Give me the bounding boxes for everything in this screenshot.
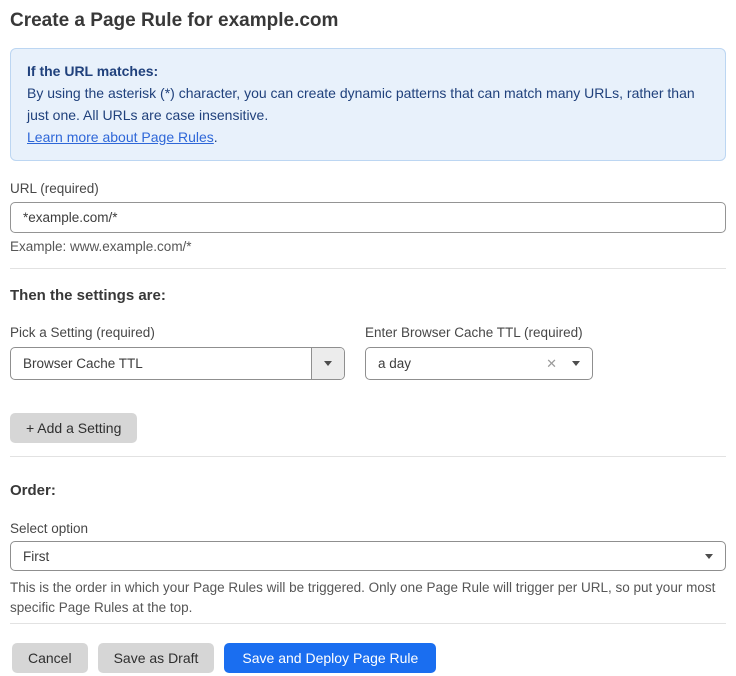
info-box-link-line: Learn more about Page Rules. — [27, 126, 709, 148]
info-box-heading: If the URL matches: — [27, 60, 709, 82]
info-box-body: By using the asterisk (*) character, you… — [27, 82, 709, 126]
setting-picker-select[interactable]: Browser Cache TTL — [10, 347, 345, 380]
ttl-picker-column: Enter Browser Cache TTL (required) a day… — [365, 324, 593, 380]
caret-down-icon[interactable] — [705, 554, 713, 559]
ttl-picker-value: a day — [366, 356, 546, 371]
settings-pickers-row: Pick a Setting (required) Browser Cache … — [10, 324, 726, 380]
setting-picker-value: Browser Cache TTL — [11, 356, 311, 371]
url-input[interactable] — [10, 202, 726, 233]
divider — [10, 456, 726, 457]
order-help-text: This is the order in which your Page Rul… — [10, 578, 726, 618]
order-select[interactable]: First — [10, 541, 726, 571]
divider — [10, 268, 726, 269]
caret-down-icon — [324, 361, 332, 366]
actions-row: Cancel Save as Draft Save and Deploy Pag… — [10, 643, 726, 673]
setting-picker-label: Pick a Setting (required) — [10, 324, 345, 341]
learn-more-link[interactable]: Learn more about Page Rules — [27, 129, 214, 145]
ttl-picker-label: Enter Browser Cache TTL (required) — [365, 324, 593, 341]
caret-down-icon[interactable] — [572, 361, 580, 366]
cancel-button[interactable]: Cancel — [12, 643, 88, 673]
order-select-value: First — [11, 549, 705, 564]
setting-picker-column: Pick a Setting (required) Browser Cache … — [10, 324, 345, 380]
divider — [10, 623, 726, 624]
link-period: . — [214, 129, 218, 145]
ttl-picker-select[interactable]: a day ✕ — [365, 347, 593, 380]
page-title: Create a Page Rule for example.com — [10, 8, 726, 34]
save-and-deploy-button[interactable]: Save and Deploy Page Rule — [224, 643, 436, 673]
setting-picker-caret-button[interactable] — [311, 348, 344, 379]
url-field-label: URL (required) — [10, 180, 726, 197]
url-example-text: Example: www.example.com/* — [10, 238, 726, 255]
order-section-heading: Order: — [10, 481, 726, 501]
order-select-label: Select option — [10, 520, 726, 537]
save-as-draft-button[interactable]: Save as Draft — [98, 643, 215, 673]
settings-section-heading: Then the settings are: — [10, 286, 726, 306]
url-matches-info-box: If the URL matches: By using the asteris… — [10, 48, 726, 161]
add-setting-button[interactable]: + Add a Setting — [10, 413, 137, 443]
clear-icon[interactable]: ✕ — [546, 356, 557, 372]
